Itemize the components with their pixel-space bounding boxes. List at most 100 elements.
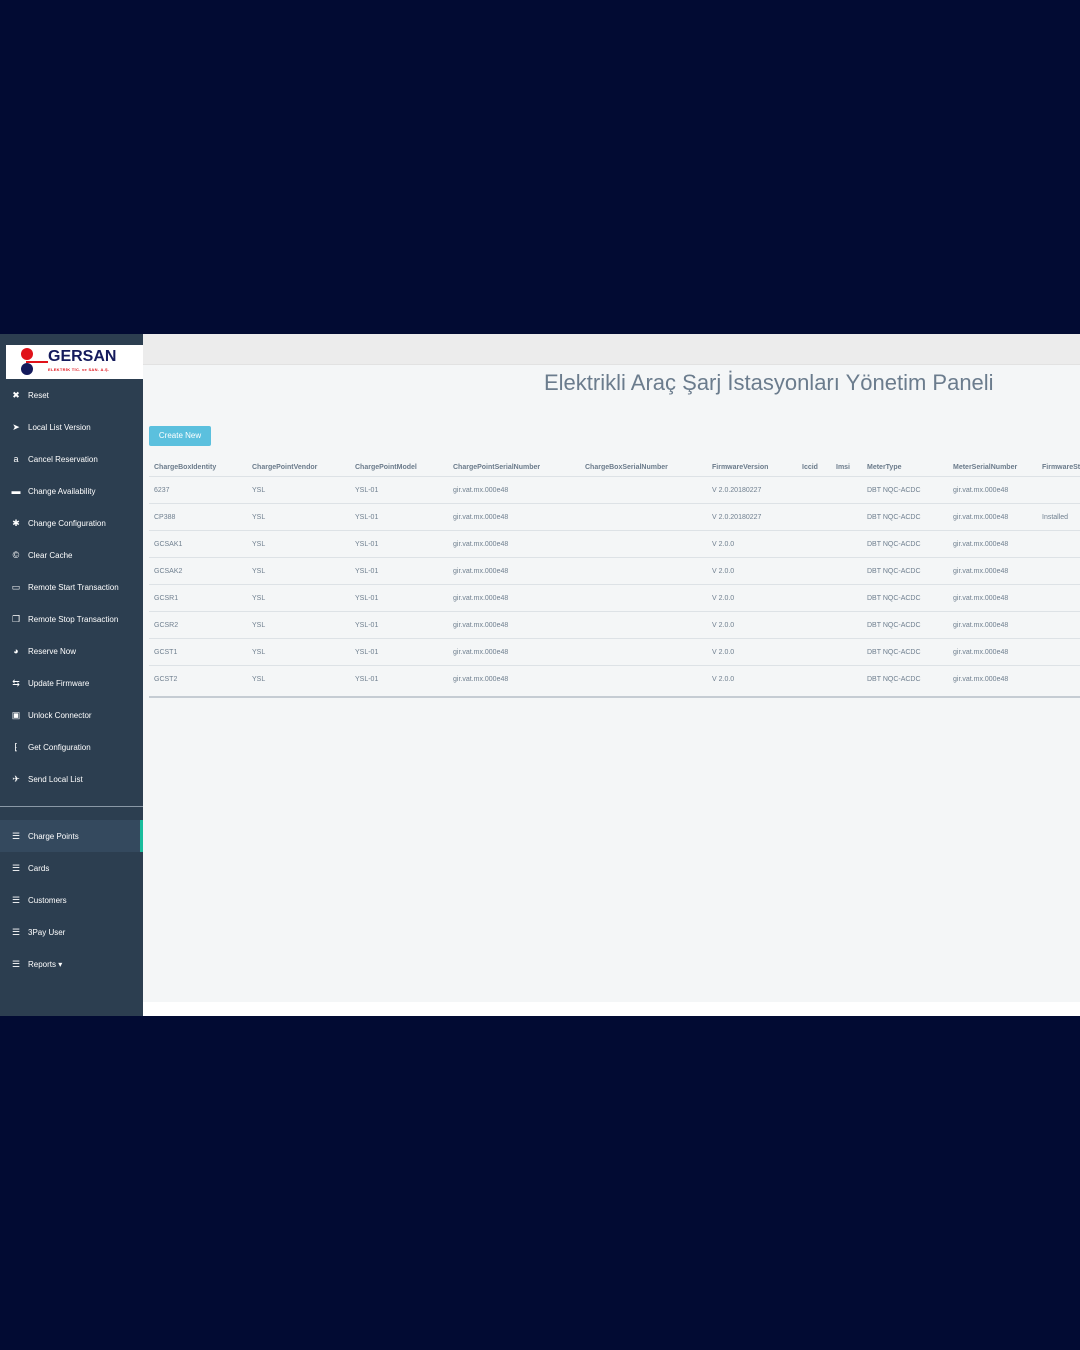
column-header[interactable]: MeterSerialNumber: [948, 458, 1037, 477]
table-row[interactable]: GCSR1 YSL YSL-01 gir.vat.mx.000e48 V 2.0.0 DB…: [149, 584, 1080, 612]
table-cell: [831, 476, 862, 504]
table-cell: [831, 611, 862, 639]
logo-blue-dot: [21, 363, 33, 375]
table-row[interactable]: 6237 YSL YSL-01 gir.vat.mx.000e48 V 2.0.2018…: [149, 476, 1080, 504]
table-cell: YSL: [247, 476, 350, 504]
sidebar-item-label: 3Pay User: [28, 927, 66, 937]
sidebar-item-cancel-reservation[interactable]: a Cancel Reservation: [0, 443, 143, 475]
table-cell: YSL-01: [350, 530, 448, 558]
sidebar-item-change-availability[interactable]: ▬ Change Availability: [0, 475, 143, 507]
table-cell: V 2.0.0: [707, 665, 797, 692]
sidebar-item-update-firmware[interactable]: ⇆ Update Firmware: [0, 667, 143, 699]
table-cell: gir.vat.mx.000e48: [948, 638, 1037, 666]
column-header[interactable]: ChargePointSerialNumber: [448, 458, 580, 477]
table-cell: [831, 665, 862, 692]
table-cell: YSL: [247, 665, 350, 692]
window-icon: ▬: [11, 486, 21, 496]
list-icon: ☰: [11, 926, 21, 937]
table-row[interactable]: GCSR2 YSL YSL-01 gir.vat.mx.000e48 V 2.0.0 DB…: [149, 611, 1080, 639]
table-cell: DBT NQC-ACDC: [862, 638, 948, 666]
table-cell: [1037, 530, 1080, 558]
table-row[interactable]: GCSAK2 YSL YSL-01 gir.vat.mx.000e48 V 2.0.0 D…: [149, 557, 1080, 585]
table-cell: [797, 665, 831, 692]
sidebar-item-local-list-version[interactable]: ➤ Local List Version: [0, 411, 143, 443]
logo-brand: GERSAN: [48, 348, 117, 365]
table-cell: [580, 665, 707, 692]
table-cell: [831, 584, 862, 612]
table-row[interactable]: GCST2 YSL YSL-01 gir.vat.mx.000e48 V 2.0.0 DB…: [149, 665, 1080, 692]
column-header[interactable]: MeterType: [862, 458, 948, 477]
column-header[interactable]: FirmwareStatus: [1037, 458, 1080, 477]
sidebar-item-reports[interactable]: ☰ Reports ▾: [0, 948, 143, 980]
table-body: 6237 YSL YSL-01 gir.vat.mx.000e48 V 2.0.2018…: [149, 476, 1080, 692]
column-header[interactable]: ChargePointModel: [350, 458, 448, 477]
table-cell: [1037, 665, 1080, 692]
column-header[interactable]: ChargeBoxIdentity: [149, 458, 247, 477]
table-cell: gir.vat.mx.000e48: [948, 584, 1037, 612]
sidebar-item-label: Reserve Now: [28, 646, 77, 656]
sidebar-item-charge-points[interactable]: ☰ Charge Points: [0, 820, 143, 852]
table-cell: gir.vat.mx.000e48: [948, 476, 1037, 504]
table-cell: [1037, 611, 1080, 639]
sidebar-item-unlock-connector[interactable]: ▣ Unlock Connector: [0, 699, 143, 731]
table-cell: [797, 503, 831, 531]
table-cell: [580, 503, 707, 531]
column-header[interactable]: FirmwareVersion: [707, 458, 797, 477]
table-cell: gir.vat.mx.000e48: [448, 557, 580, 585]
logo-subtitle: ELEKTRİK TİC. ve SAN. A.Ş.: [48, 367, 110, 372]
create-new-button[interactable]: Create New: [149, 426, 211, 446]
sidebar-item-label: Change Configuration: [28, 518, 106, 528]
sidebar-item-remote-stop-transaction[interactable]: ❐ Remote Stop Transaction: [0, 603, 143, 635]
copyright-icon: ©: [12, 550, 20, 560]
table-row[interactable]: GCST1 YSL YSL-01 gir.vat.mx.000e48 V 2.0.0 DB…: [149, 638, 1080, 666]
sidebar-item-change-configuration[interactable]: ✱ Change Configuration: [0, 507, 143, 539]
sidebar-item-label: Clear Cache: [28, 550, 73, 560]
table-cell: YSL: [247, 503, 350, 531]
table-row[interactable]: CP388 YSL YSL-01 gir.vat.mx.000e48 V 2.0.201…: [149, 503, 1080, 531]
column-header[interactable]: Iccid: [797, 458, 831, 477]
table-cell: DBT NQC-ACDC: [862, 476, 948, 504]
table-cell: GCSAK1: [149, 530, 247, 558]
app-window: GERSAN ELEKTRİK TİC. ve SAN. A.Ş. ✖ Reset…: [0, 334, 1080, 1016]
column-header[interactable]: ChargeBoxSerialNumber: [580, 458, 707, 477]
sidebar-item-label: Remote Stop Transaction: [28, 614, 119, 624]
column-header[interactable]: ChargePointVendor: [247, 458, 350, 477]
table-cell: GCST1: [149, 638, 247, 666]
table-cell: [580, 557, 707, 585]
sidebar-item-label: Cards: [28, 863, 50, 873]
table-cell: gir.vat.mx.000e48: [448, 665, 580, 692]
list-icon: ☰: [11, 830, 21, 841]
list-icon: ☰: [11, 958, 21, 969]
table-cell: V 2.0.20180227: [707, 476, 797, 504]
sidebar-item-clear-cache[interactable]: © Clear Cache: [0, 539, 143, 571]
table-cell: gir.vat.mx.000e48: [448, 638, 580, 666]
table-cell: V 2.0.0: [707, 530, 797, 558]
sidebar-item-get-configuration[interactable]: ⁅ Get Configuration: [0, 731, 143, 763]
table-cell: [797, 530, 831, 558]
send-icon: ➤: [12, 421, 20, 432]
table-cell: DBT NQC-ACDC: [862, 557, 948, 585]
logo-red-dot: [21, 348, 33, 360]
table-cell: V 2.0.20180227: [707, 503, 797, 531]
sidebar-item-reset[interactable]: ✖ Reset: [0, 379, 143, 411]
sidebar-item-reserve-now[interactable]: ◕ Reserve Now: [0, 635, 143, 667]
table-cell: 6237: [149, 476, 247, 504]
sidebar-item-cards[interactable]: ☰ Cards: [0, 852, 143, 884]
table-header-row: ChargeBoxIdentity ChargePointVendor Charge…: [149, 458, 1080, 477]
table-cell: DBT NQC-ACDC: [862, 503, 948, 531]
table-cell: YSL: [247, 584, 350, 612]
table-row[interactable]: GCSAK1 YSL YSL-01 gir.vat.mx.000e48 V 2.0.0 D…: [149, 530, 1080, 558]
sidebar-item-label: Remote Start Transaction: [28, 582, 119, 592]
paper-plane-icon: ✈: [12, 773, 20, 784]
usb-icon: ⇆: [12, 677, 20, 688]
table-cell: V 2.0.0: [707, 611, 797, 639]
sidebar-item-send-local-list[interactable]: ✈ Send Local List: [0, 763, 143, 795]
sidebar-nav: ☰ Charge Points ☰ Cards ☰ Customers ☰ 3Pay User…: [0, 820, 143, 980]
sidebar-item-3pay-user[interactable]: ☰ 3Pay User: [0, 916, 143, 948]
sidebar-item-customers[interactable]: ☰ Customers: [0, 884, 143, 916]
column-header[interactable]: Imsi: [831, 458, 862, 477]
sidebar-item-remote-start-transaction[interactable]: ▭ Remote Start Transaction: [0, 571, 143, 603]
sidebar-item-label: Update Firmware: [28, 678, 90, 688]
sidebar-item-label: Local List Version: [28, 422, 91, 432]
logo[interactable]: GERSAN ELEKTRİK TİC. ve SAN. A.Ş.: [6, 345, 143, 379]
